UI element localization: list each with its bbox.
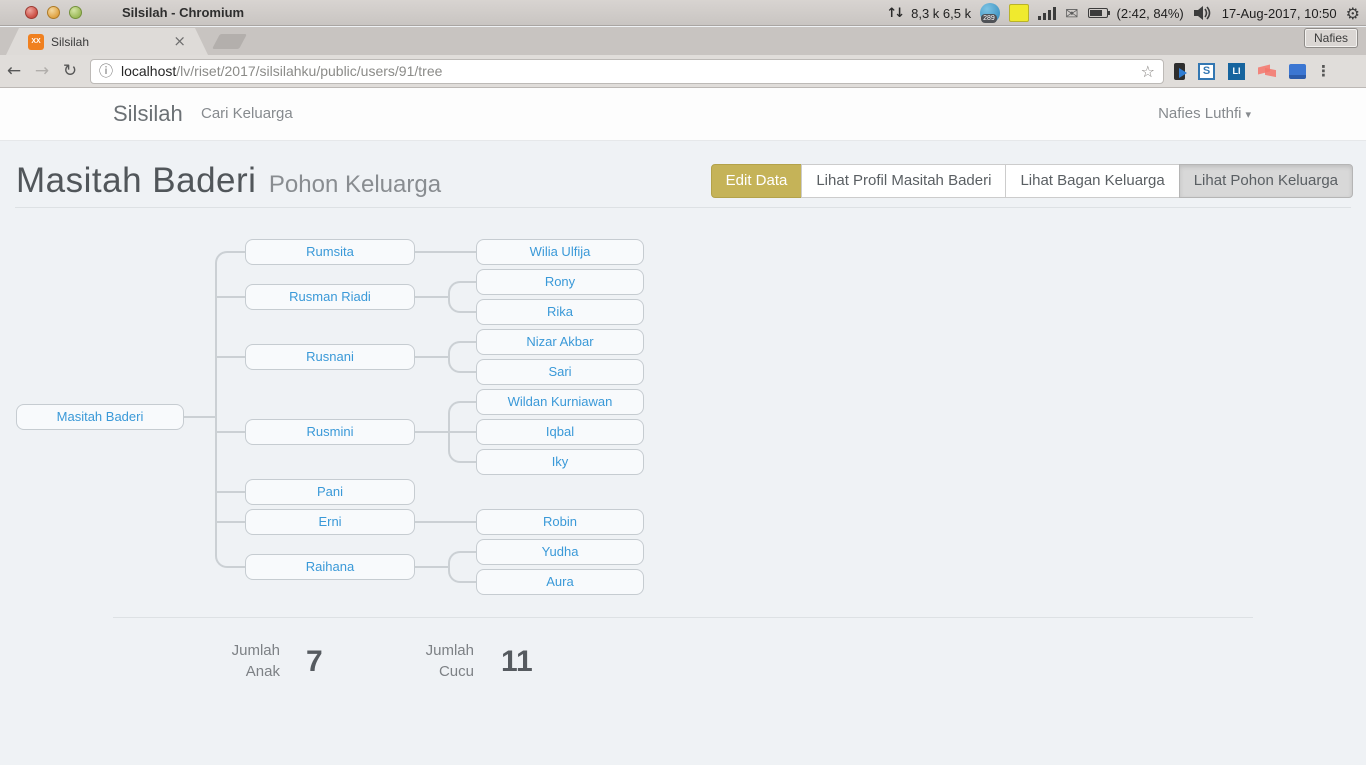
tree-node[interactable]: Iqbal: [476, 419, 644, 445]
extension-icons: S LI: [1174, 63, 1306, 80]
page-info-icon[interactable]: ⓘ: [99, 61, 113, 81]
tree-node[interactable]: Masitah Baderi: [16, 404, 184, 430]
clock-label: 17-Aug-2017, 10:50: [1222, 6, 1337, 21]
tree-node[interactable]: Rusmini: [245, 419, 415, 445]
tree-connector: [415, 566, 448, 568]
tree-node[interactable]: Sari: [476, 359, 644, 385]
address-bar[interactable]: ⓘ localhost /lv/riset/2017/silsilahku/pu…: [90, 59, 1164, 84]
tree-connector: [415, 431, 448, 433]
forward-icon[interactable]: →: [28, 61, 56, 81]
family-tree: Masitah Baderi Rumsita Wilia Ulfija Rusman …: [0, 88, 1366, 765]
session-tooltip: Nafies: [1304, 28, 1358, 48]
reload-icon[interactable]: ↻: [56, 61, 84, 81]
stat-anak-label1: Jumlah: [232, 642, 280, 659]
xampp-favicon-icon: XX: [28, 34, 44, 50]
window-maximize-button[interactable]: [69, 6, 82, 19]
browser-menu-icon[interactable]: ⋮: [1316, 62, 1331, 80]
battery-status-label: (2:42, 84%): [1117, 6, 1184, 21]
mobile-share-extension-icon[interactable]: [1174, 63, 1185, 80]
tree-node[interactable]: Wilia Ulfija: [476, 239, 644, 265]
tree-node[interactable]: Rusman Riadi: [245, 284, 415, 310]
stat-anak-value: 7: [306, 645, 323, 679]
tree-node[interactable]: Rumsita: [245, 239, 415, 265]
tree-node[interactable]: Erni: [245, 509, 415, 535]
li-extension-icon[interactable]: LI: [1228, 63, 1245, 80]
tree-node[interactable]: Yudha: [476, 539, 644, 565]
tree-node[interactable]: Iky: [476, 449, 644, 475]
page-content: Silsilah Cari Keluarga Nafies Luthfi▾ Ma…: [0, 88, 1366, 765]
window-minimize-button[interactable]: [47, 6, 60, 19]
browser-tab[interactable]: XX Silsilah ×: [6, 28, 208, 55]
tree-connector: [448, 431, 476, 433]
stat-cucu-value-wrap: 11: [501, 645, 533, 679]
tree-connector: [215, 491, 245, 493]
tree-node[interactable]: Raihana: [245, 554, 415, 580]
indicator-badge: 289: [981, 14, 997, 23]
tree-node[interactable]: Aura: [476, 569, 644, 595]
new-tab-button[interactable]: [212, 34, 247, 49]
tree-connector: [215, 356, 245, 358]
stat-cucu-value: 11: [501, 645, 533, 679]
tree-node[interactable]: Pani: [245, 479, 415, 505]
tree-connector: [448, 341, 476, 373]
tree-connector: [215, 431, 245, 433]
window-close-button[interactable]: [25, 6, 38, 19]
tree-connector: [448, 281, 476, 313]
url-path: /lv/riset/2017/silsilahku/public/users/9…: [176, 63, 442, 79]
mail-icon[interactable]: ✉: [1065, 4, 1078, 23]
tree-node[interactable]: Wildan Kurniawan: [476, 389, 644, 415]
tab-title: Silsilah: [51, 35, 173, 49]
tree-connector: [415, 521, 476, 523]
battery-icon[interactable]: [1088, 8, 1108, 18]
network-speed-label: 8,3 k 6,5 k: [911, 6, 971, 21]
tree-connector: [215, 296, 245, 298]
window-controls: [25, 6, 82, 19]
network-updown-icon[interactable]: ↑↓: [886, 6, 902, 21]
tree-node[interactable]: Nizar Akbar: [476, 329, 644, 355]
tree-connector: [415, 251, 476, 253]
stat-anak-value-wrap: 7: [306, 645, 323, 679]
gear-icon[interactable]: ⚙: [1346, 4, 1360, 23]
signal-strength-icon[interactable]: [1038, 6, 1056, 20]
back-icon[interactable]: ←: [0, 61, 28, 81]
tree-connector: [215, 521, 245, 523]
tree-connector: [415, 296, 448, 298]
volume-icon[interactable]: [1193, 5, 1213, 21]
tree-node[interactable]: Rika: [476, 299, 644, 325]
tab-strip: XX Silsilah ×: [0, 27, 1366, 55]
tree-connector: [448, 551, 476, 583]
tab-close-icon[interactable]: ×: [173, 34, 186, 49]
tree-connector: [184, 416, 215, 418]
divider-bottom: [113, 617, 1253, 618]
stat-cucu-label2: Cucu: [439, 663, 474, 680]
bookmark-star-icon[interactable]: ☆: [1141, 62, 1155, 81]
stat-cucu: Jumlah Cucu: [412, 640, 474, 682]
laravel-extension-icon[interactable]: [1258, 64, 1276, 78]
tree-connector: [415, 356, 448, 358]
blue-extension-icon[interactable]: [1289, 64, 1306, 79]
indicator-circle-icon[interactable]: 289: [980, 3, 1000, 23]
tree-node[interactable]: Rusnani: [245, 344, 415, 370]
system-tray: ↑↓ 8,3 k 6,5 k 289 ✉ (2:42, 84%) 17-Aug-…: [886, 0, 1360, 26]
browser-toolbar: ← → ↻ ⓘ localhost /lv/riset/2017/silsila…: [0, 55, 1366, 88]
notes-list-icon[interactable]: [1009, 4, 1029, 22]
system-panel: Silsilah - Chromium ↑↓ 8,3 k 6,5 k 289 ✉…: [0, 0, 1366, 26]
stat-anak: Jumlah Anak: [218, 640, 280, 682]
url-host: localhost: [121, 63, 176, 79]
stat-anak-label2: Anak: [246, 663, 280, 680]
tree-node[interactable]: Robin: [476, 509, 644, 535]
s-extension-icon[interactable]: S: [1198, 63, 1215, 80]
window-title: Silsilah - Chromium: [122, 5, 244, 20]
stat-cucu-label1: Jumlah: [426, 642, 474, 659]
tree-node[interactable]: Rony: [476, 269, 644, 295]
